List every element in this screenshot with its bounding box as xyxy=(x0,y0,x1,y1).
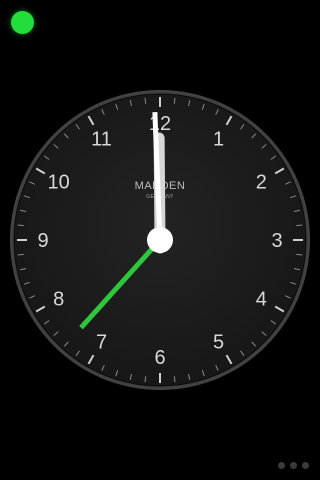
minute-tick xyxy=(296,253,303,256)
numeral-9: 9 xyxy=(37,230,48,252)
page-dot[interactable] xyxy=(302,462,309,469)
analog-clock: 121234567891011 MARDEN GERMANY xyxy=(10,90,310,390)
page-indicator[interactable] xyxy=(278,462,309,469)
minute-tick xyxy=(144,376,147,383)
minute-tick xyxy=(173,376,176,383)
minute-tick xyxy=(144,97,147,104)
numeral-2: 2 xyxy=(256,172,267,194)
minute-tick xyxy=(17,224,24,227)
clock-app: 121234567891011 MARDEN GERMANY xyxy=(0,0,320,480)
numeral-8: 8 xyxy=(53,289,64,311)
page-dot[interactable] xyxy=(290,462,297,469)
numeral-10: 10 xyxy=(48,172,70,194)
numeral-5: 5 xyxy=(213,331,224,353)
center-hub xyxy=(147,227,173,253)
numeral-3: 3 xyxy=(271,230,282,252)
minute-tick xyxy=(296,224,303,227)
numeral-12: 12 xyxy=(149,113,171,135)
numeral-7: 7 xyxy=(96,331,107,353)
numeral-1: 1 xyxy=(213,129,224,151)
numeral-11: 11 xyxy=(91,129,112,151)
minute-tick xyxy=(173,97,176,104)
numeral-6: 6 xyxy=(154,347,165,369)
page-dot[interactable] xyxy=(278,462,285,469)
numeral-4: 4 xyxy=(256,289,267,311)
minute-tick xyxy=(17,253,24,256)
